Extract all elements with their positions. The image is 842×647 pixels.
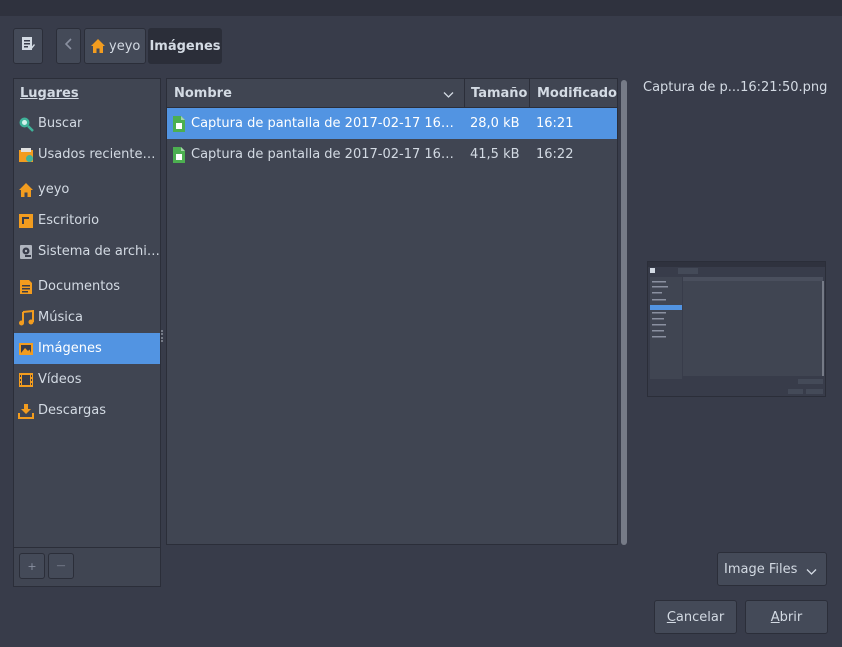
edit-location-button[interactable] (13, 28, 43, 64)
scrollbar-thumb[interactable] (621, 80, 627, 545)
pane-resize-handle[interactable] (161, 330, 164, 342)
chevron-left-icon (64, 38, 73, 54)
file-type-filter-label: Image Files (724, 561, 798, 577)
back-button[interactable] (56, 28, 81, 64)
places-sidebar: Lugares Buscar Usados reciente… yeyo Esc… (13, 78, 161, 587)
file-size: 28,0 kB (470, 116, 520, 131)
sidebar-item-label: Imágenes (38, 341, 102, 356)
sidebar-item-label: Escritorio (38, 213, 100, 228)
file-row[interactable]: Captura de pantalla de 2017-02-17 16… 28… (167, 108, 617, 139)
path-label-home: yeyo (109, 38, 141, 54)
sidebar-item-label: Música (38, 310, 83, 325)
sidebar-item-label: Buscar (38, 116, 83, 131)
sidebar-item-music[interactable]: Música (14, 302, 160, 333)
image-file-icon (172, 115, 186, 132)
downloads-icon (18, 403, 34, 419)
sidebar-item-home[interactable]: yeyo (14, 174, 160, 205)
sidebar-item-label: Descargas (38, 403, 107, 418)
drive-icon (18, 244, 34, 260)
path-label-current: Imágenes (149, 38, 221, 54)
column-header-name[interactable]: Nombre (167, 79, 465, 108)
cancel-button[interactable]: Cancelar (654, 600, 737, 634)
remove-bookmark-label: — (56, 561, 66, 571)
desktop-icon (18, 213, 34, 229)
column-name-label: Nombre (174, 85, 232, 101)
image-file-icon (172, 146, 186, 163)
file-size: 41,5 kB (470, 147, 520, 162)
sidebar-item-label: Vídeos (38, 372, 82, 387)
open-button[interactable]: Abrir (745, 600, 828, 634)
sort-chevron-down-icon (443, 88, 454, 103)
edit-location-icon (21, 36, 35, 56)
sidebar-item-desktop[interactable]: Escritorio (14, 205, 160, 236)
sidebar-item-documents[interactable]: Documentos (14, 271, 160, 302)
file-name-cell: Captura de pantalla de 2017-02-17 16… (172, 139, 464, 170)
column-modified-label: Modificado (537, 85, 617, 101)
sidebar-item-label: Sistema de archi… (38, 244, 160, 259)
add-bookmark-label: + (27, 559, 37, 573)
file-list: Nombre Tamaño Modificado Captura de pant… (166, 78, 618, 545)
places-heading: Lugares (20, 86, 79, 101)
file-modified: 16:21 (536, 116, 574, 131)
sidebar-item-label: yeyo (38, 182, 70, 197)
open-label: brir (779, 609, 803, 625)
sidebar-item-filesystem[interactable]: Sistema de archi… (14, 236, 160, 267)
open-mnemonic: A (770, 609, 780, 625)
preview-filename: Captura de p...16:21:50.png (643, 80, 828, 95)
search-icon (18, 116, 34, 132)
add-bookmark-button[interactable]: + (19, 553, 45, 579)
path-button-current[interactable]: Imágenes (148, 28, 222, 64)
pictures-icon (18, 341, 34, 357)
file-row[interactable]: Captura de pantalla de 2017-02-17 16… 41… (167, 139, 617, 170)
sidebar-item-recent[interactable]: Usados reciente… (14, 139, 160, 170)
sidebar-item-downloads[interactable]: Descargas (14, 395, 160, 426)
documents-icon (18, 279, 34, 295)
file-name: Captura de pantalla de 2017-02-17 16… (191, 147, 454, 162)
home-icon (18, 182, 34, 198)
file-list-scrollbar[interactable] (620, 80, 628, 545)
column-header-size[interactable]: Tamaño (465, 79, 530, 108)
sidebar-item-label: Documentos (38, 279, 121, 294)
file-name: Captura de pantalla de 2017-02-17 16… (191, 116, 454, 131)
sidebar-item-pictures[interactable]: Imágenes (14, 333, 160, 364)
videos-icon (18, 372, 34, 388)
sidebar-item-videos[interactable]: Vídeos (14, 364, 160, 395)
sidebar-item-label: Usados reciente… (38, 147, 156, 162)
file-type-filter-dropdown[interactable]: Image Files (717, 552, 827, 586)
column-header-modified[interactable]: Modificado (530, 79, 617, 108)
sidebar-actions: + — (14, 547, 160, 586)
chevron-down-icon (806, 565, 817, 580)
file-modified: 16:22 (536, 147, 574, 162)
cancel-label: ancelar (675, 609, 725, 625)
sidebar-item-search[interactable]: Buscar (14, 108, 160, 139)
home-icon (90, 38, 106, 54)
file-name-cell: Captura de pantalla de 2017-02-17 16… (172, 108, 464, 139)
remove-bookmark-button[interactable]: — (48, 553, 74, 579)
music-icon (18, 309, 34, 326)
titlebar (0, 0, 842, 16)
path-button-home[interactable]: yeyo (84, 28, 146, 64)
cancel-mnemonic: C (666, 609, 676, 625)
column-size-label: Tamaño (471, 85, 528, 101)
preview-thumbnail (647, 261, 826, 397)
recent-icon (18, 147, 34, 163)
